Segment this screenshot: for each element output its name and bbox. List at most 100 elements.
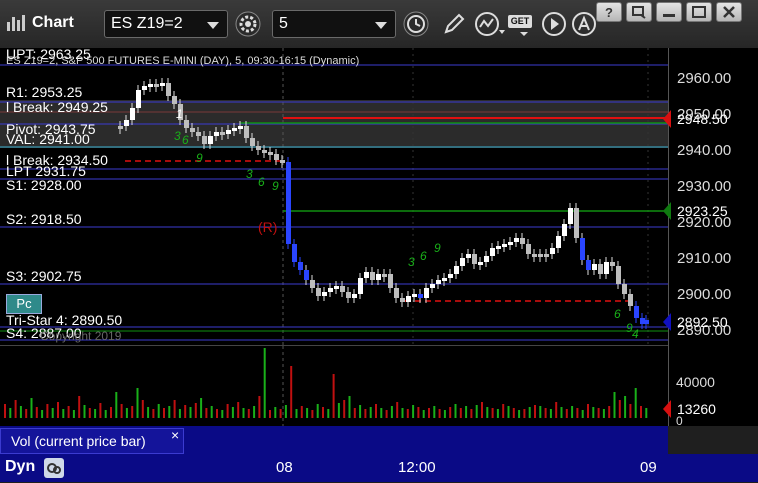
volume-bar <box>581 410 584 418</box>
play-icon[interactable] <box>540 10 568 38</box>
candle <box>634 306 639 318</box>
chart-header: ES Z19=2, S&P 500 FUTURES E-MINI (DAY), … <box>6 55 360 67</box>
candle <box>394 288 399 298</box>
minimize-icon[interactable] <box>656 2 682 22</box>
price-tag-red-value: 2948.50 <box>677 111 728 127</box>
candle <box>460 258 465 266</box>
price-axis[interactable] <box>668 48 758 426</box>
pencil-icon[interactable] <box>440 10 468 38</box>
chevron-down-icon <box>207 22 219 29</box>
volume-bar <box>30 398 33 418</box>
copyright-watermark: Copyright 2019 <box>40 329 122 343</box>
candle <box>130 108 135 120</box>
volume-bar <box>634 388 637 418</box>
volume-bar <box>157 404 160 418</box>
price-tag-last-value: 2892.50 <box>677 314 728 330</box>
volume-bar <box>555 402 558 418</box>
symbol-short-label: Dyn <box>5 458 36 475</box>
candle <box>136 90 141 108</box>
volume-bar <box>412 405 415 418</box>
level-label-val: VAL: 2941.00 <box>6 131 90 147</box>
volume-bar <box>571 406 574 418</box>
volume-canvas <box>4 346 648 426</box>
setup-count-digit: 3 <box>246 167 253 181</box>
volume-bar <box>560 407 563 418</box>
volume-bar <box>104 410 107 418</box>
get-data-button[interactable]: GET <box>508 10 538 38</box>
volume-tick-40000: 40000 <box>676 374 715 390</box>
candle <box>520 238 525 244</box>
volume-bar <box>237 402 240 418</box>
volume-bar <box>247 409 250 418</box>
candle <box>286 162 291 244</box>
tag-pointer <box>663 400 671 418</box>
setup-count-digit: 6 <box>614 307 621 321</box>
candle <box>466 254 471 258</box>
chart-app-icon <box>6 13 26 33</box>
volume-bar <box>343 400 346 418</box>
candle <box>454 266 459 274</box>
time-axis[interactable]: Dyn 08 12:00 09 <box>0 454 758 482</box>
title-bar: Chart ES Z19=2 5 GET ? <box>0 0 758 48</box>
volume-bar <box>454 404 457 418</box>
setup-count-digit: 6 <box>258 175 265 189</box>
pc-button[interactable]: Pc <box>6 294 42 314</box>
volume-bar <box>502 404 505 418</box>
volume-bar <box>184 405 187 418</box>
level-label-s1: S1: 2928.00 <box>6 177 82 193</box>
indicator-icon[interactable] <box>474 10 506 38</box>
volume-bar <box>316 404 319 418</box>
alert-icon[interactable] <box>570 10 598 38</box>
volume-bar <box>51 408 54 418</box>
volume-bar <box>375 404 377 418</box>
volume-bar <box>459 408 462 418</box>
candle <box>376 274 381 280</box>
volume-label-box[interactable]: Vol (current price bar) × <box>0 427 184 454</box>
candle <box>166 83 171 96</box>
volume-bar <box>120 404 123 418</box>
volume-bar <box>422 410 425 418</box>
volume-bar <box>523 409 526 418</box>
link-icon[interactable] <box>44 458 64 478</box>
volume-bar <box>115 392 118 418</box>
setup-count-digit: 3 <box>174 129 181 143</box>
candle <box>190 128 195 132</box>
level-label-s2: S2: 2918.50 <box>6 211 82 227</box>
candle <box>160 83 165 86</box>
clock-icon[interactable] <box>402 10 430 38</box>
candle <box>490 248 495 256</box>
help-button[interactable]: ? <box>596 2 622 22</box>
candle <box>496 246 501 249</box>
candle <box>622 284 627 294</box>
candle <box>226 130 231 134</box>
volume-bar <box>512 408 515 418</box>
volume-bar <box>587 404 589 418</box>
volume-bar <box>178 409 181 418</box>
volume-bar <box>173 400 176 418</box>
candle <box>346 292 351 298</box>
volume-bar <box>624 396 627 418</box>
close-icon[interactable]: × <box>171 427 179 443</box>
volume-bar <box>221 410 224 418</box>
volume-bar <box>14 400 17 418</box>
volume-bar <box>99 403 102 418</box>
symbol-select[interactable]: ES Z19=2 <box>104 10 228 38</box>
volume-panel[interactable] <box>0 346 668 426</box>
gear-icon[interactable] <box>234 10 262 38</box>
maximize-icon[interactable] <box>686 2 712 22</box>
candle <box>562 224 567 236</box>
candle <box>508 242 513 245</box>
link-window-icon[interactable] <box>626 2 652 22</box>
volume-bar <box>46 404 49 418</box>
candle <box>220 132 225 135</box>
volume-current-value: 13260 <box>677 401 716 417</box>
volume-bar <box>618 400 621 418</box>
volume-bar <box>486 407 489 418</box>
volume-bar <box>449 407 452 418</box>
price-chart[interactable]: 1369369369694 (R) UPT: 2963.25 ES Z19=2,… <box>0 46 668 346</box>
candle <box>142 86 147 90</box>
candle <box>118 126 123 129</box>
candle <box>442 278 447 281</box>
interval-select[interactable]: 5 <box>272 10 396 38</box>
close-icon[interactable] <box>716 2 742 22</box>
